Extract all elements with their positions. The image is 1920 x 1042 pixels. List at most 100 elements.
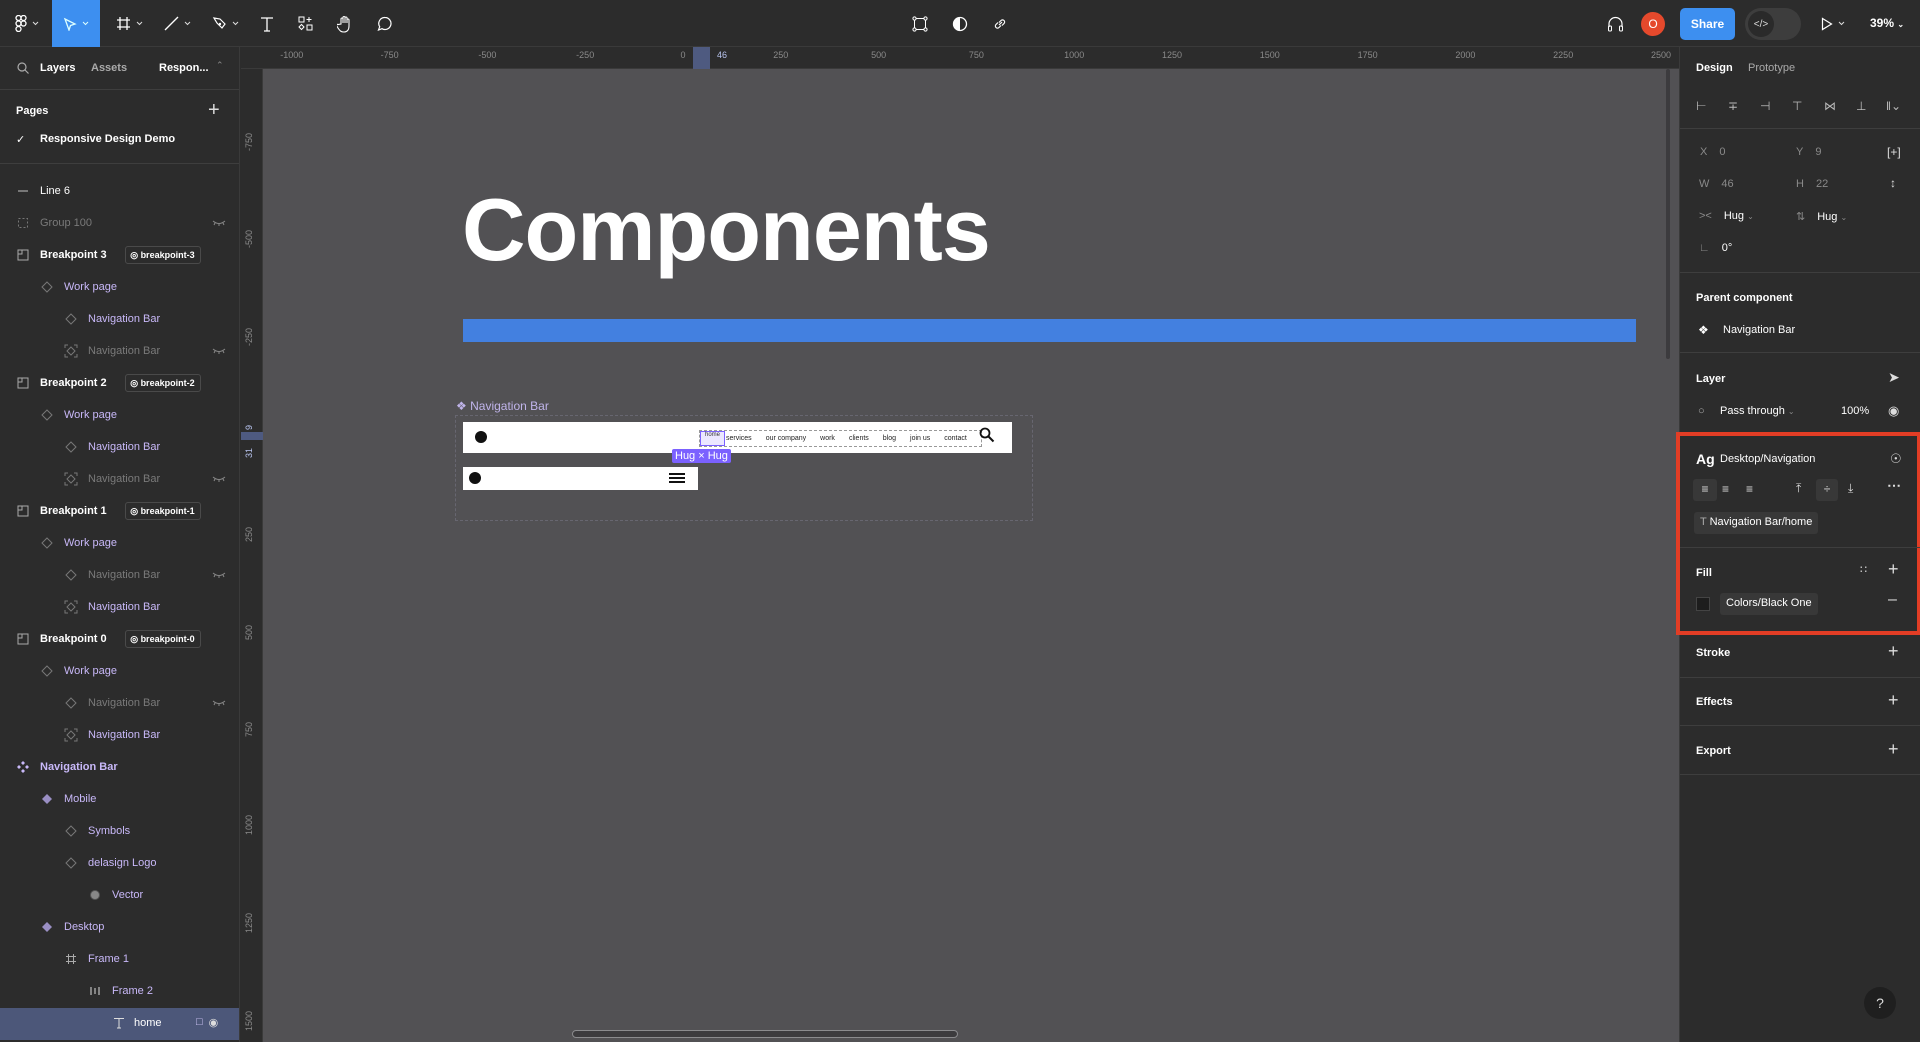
tab-prototype[interactable]: Prototype [1748,62,1795,74]
align-vertical-center-icon[interactable]: ⋈ [1824,99,1836,113]
frame-tool-button[interactable] [110,0,148,47]
edit-object-button[interactable] [905,0,935,47]
hidden-eye-icon[interactable] [212,698,226,709]
mode-badge[interactable]: ◎ breakpoint-2 [125,374,201,392]
style-grid-icon[interactable]: ∷ [1860,563,1867,576]
add-page-icon[interactable]: + [208,99,220,122]
zoom-level-dropdown[interactable]: 39% ⌄ [1870,16,1904,30]
align-right-icon[interactable]: ⊣ [1760,99,1770,113]
link-button[interactable] [985,0,1015,47]
layer-row[interactable]: Work page [0,272,239,304]
fill-style-chip[interactable]: Colors/Black One [1720,593,1818,615]
layer-row[interactable]: Line 6 [0,176,239,208]
layer-row[interactable]: Work page [0,528,239,560]
mask-button[interactable] [945,0,975,47]
x-field[interactable]: X0 [1700,146,1725,158]
layer-row[interactable]: Breakpoint 0 ◎ breakpoint-0 [0,624,239,656]
mode-badge[interactable]: ◎ breakpoint-0 [125,630,201,648]
component-set-label[interactable]: ❖ Navigation Bar [456,399,549,413]
layer-row[interactable]: Breakpoint 3 ◎ breakpoint-3 [0,240,239,272]
comment-tool-button[interactable] [370,0,400,47]
constrain-proportions-icon[interactable]: ↕ [1890,176,1896,190]
nav-link[interactable]: services [726,435,752,442]
eye-icon[interactable]: ◉ [1888,403,1899,419]
accent-line[interactable] [463,319,1636,342]
layer-row[interactable]: Navigation Bar [0,720,239,752]
hidden-eye-icon[interactable] [212,570,226,581]
add-effect-icon[interactable]: + [1888,690,1899,711]
dev-mode-toggle[interactable]: </> [1745,8,1801,40]
layer-row[interactable]: Navigation Bar [0,464,239,496]
h-field[interactable]: H 22 [1796,178,1828,190]
detach-style-icon[interactable]: ☉ [1890,451,1902,467]
hidden-eye-icon[interactable] [212,346,226,357]
layer-row[interactable]: Desktop [0,912,239,944]
share-button[interactable]: Share [1680,8,1735,40]
align-text-bottom-button[interactable]: ⤓ [1848,481,1853,496]
layer-row[interactable]: Navigation Bar [0,336,239,368]
layer-row[interactable]: Group 100 [0,208,239,240]
distribute-icon[interactable]: ‖⌄ [1886,99,1901,113]
present-button[interactable] [1818,0,1848,47]
text-content-chip[interactable]: T Navigation Bar/home [1694,512,1819,534]
unlock-icon[interactable]: □ [196,1016,203,1029]
layer-row[interactable]: Work page [0,656,239,688]
nav-link[interactable]: blog [883,435,896,442]
layer-row[interactable]: Navigation Bar [0,688,239,720]
align-text-center-button[interactable]: ≡ [1722,482,1729,496]
layer-row[interactable]: Navigation Bar [0,560,239,592]
nav-link[interactable]: our company [766,435,806,442]
add-export-icon[interactable]: + [1888,739,1899,760]
layer-row[interactable]: Navigation Bar [0,304,239,336]
align-text-right-button[interactable]: ≡ [1746,482,1753,496]
home-link-selected[interactable]: home [700,431,725,446]
text-tool-button[interactable] [252,0,282,47]
tab-layers[interactable]: Layers [40,62,75,74]
layer-row[interactable]: Breakpoint 1 ◎ breakpoint-1 [0,496,239,528]
resources-button[interactable] [290,0,320,47]
navigation-bar-mobile[interactable] [463,467,698,490]
components-heading[interactable]: Components [462,179,991,281]
constraints-icon[interactable]: [+] [1887,145,1901,159]
nav-links-frame[interactable]: home services our company work clients blog j… [699,430,982,447]
align-bottom-icon[interactable]: ⊥ [1856,99,1866,113]
y-field[interactable]: Y9 [1796,146,1821,158]
pen-tool-button[interactable] [206,0,244,47]
nav-link[interactable]: work [820,435,835,442]
page-item-current[interactable]: ✓ Responsive Design Demo [0,130,239,164]
more-options-icon[interactable]: ⋯ [1887,477,1901,494]
tab-assets[interactable]: Assets [91,62,127,74]
layer-row[interactable]: Mobile [0,784,239,816]
nav-link[interactable]: clients [849,435,869,442]
layer-row[interactable]: Breakpoint 2 ◎ breakpoint-2 [0,368,239,400]
opacity-field[interactable]: 100% [1841,405,1869,417]
rotation-field[interactable]: ∟ 0° [1699,242,1732,254]
add-fill-icon[interactable]: + [1888,559,1899,580]
layer-row[interactable]: home □ ◉ [0,1008,239,1040]
height-resize-dropdown[interactable]: ⇅ Hug ⌄ [1796,210,1847,223]
align-text-top-button[interactable]: ⤒ [1796,481,1801,496]
add-stroke-icon[interactable]: + [1888,641,1899,662]
layer-row[interactable]: Vector [0,880,239,912]
vertical-scrollbar[interactable] [1666,69,1670,359]
hand-tool-button[interactable] [330,0,360,47]
canvas[interactable]: Components ❖ Navigation Bar home service… [263,69,1679,1042]
w-field[interactable]: W 46 [1699,178,1734,190]
align-top-icon[interactable]: ⊤ [1792,99,1802,113]
align-left-icon[interactable]: ⊢ [1696,99,1706,113]
layer-row[interactable]: Navigation Bar [0,752,239,784]
layer-row[interactable]: Work page [0,400,239,432]
width-resize-dropdown[interactable]: >< Hug ⌄ [1699,210,1754,222]
remove-fill-icon[interactable]: – [1888,591,1897,609]
move-tool-button[interactable] [52,0,100,47]
component-prop-icon[interactable]: ➤ [1888,369,1900,386]
chevron-up-icon[interactable]: ⌃ [216,60,224,71]
fill-color-swatch[interactable] [1696,597,1710,611]
parent-component-link[interactable]: Navigation Bar [1723,324,1795,336]
line-tool-button[interactable] [158,0,196,47]
align-horizontal-center-icon[interactable]: ∓ [1728,99,1738,113]
navigation-bar-desktop[interactable]: home services our company work clients blog j… [463,422,1012,453]
menu-icon[interactable] [669,473,685,485]
hidden-eye-icon[interactable] [212,474,226,485]
search-icon[interactable] [979,427,995,443]
